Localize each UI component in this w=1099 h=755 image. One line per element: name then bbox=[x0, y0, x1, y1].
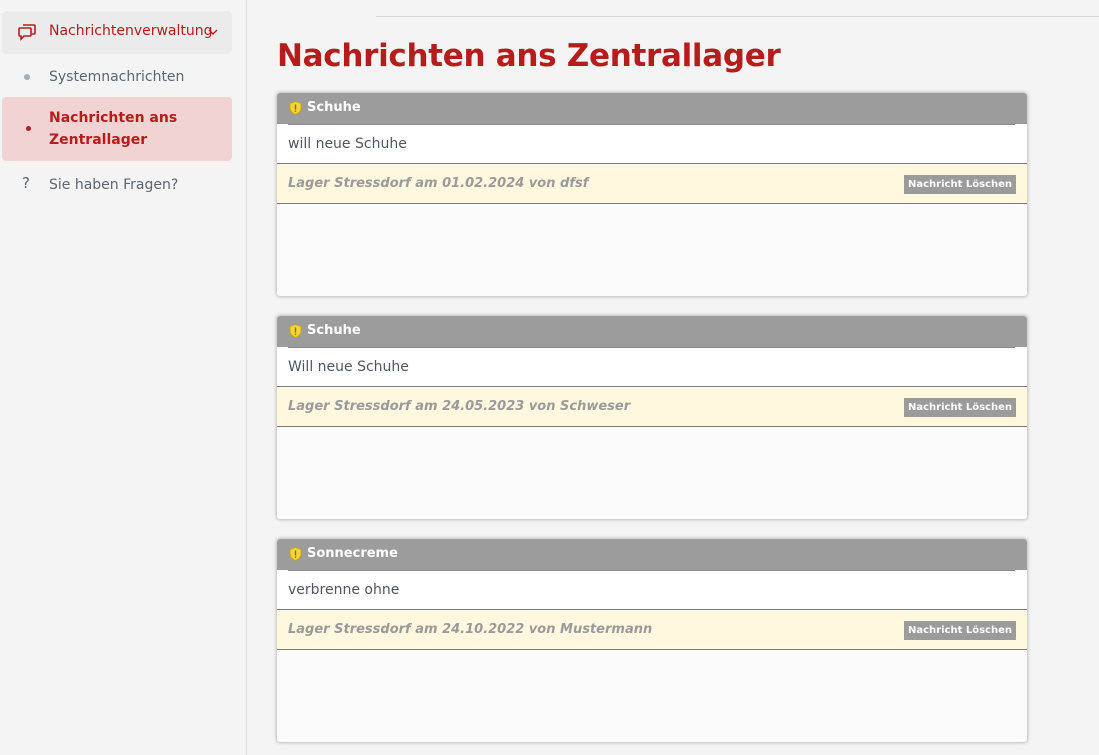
message-meta-text: Lager Stressdorf am 24.05.2023 von Schwe… bbox=[288, 399, 631, 414]
message-body: verbrenne ohne bbox=[277, 571, 1027, 610]
message-subject: Sonnecreme bbox=[307, 546, 398, 561]
message-meta: Lager Stressdorf am 24.10.2022 von Muste… bbox=[277, 611, 1027, 650]
message-meta: Lager Stressdorf am 24.05.2023 von Schwe… bbox=[277, 388, 1027, 427]
shield-icon bbox=[289, 547, 302, 561]
message-subject: Schuhe bbox=[307, 323, 361, 338]
sidebar-item-label: Systemnachrichten bbox=[49, 69, 185, 85]
delete-message-button[interactable]: Nachricht Löschen bbox=[904, 175, 1016, 194]
sidebar-item-help[interactable]: ? Sie haben Fragen? bbox=[2, 173, 232, 197]
message-body: Will neue Schuhe bbox=[277, 348, 1027, 387]
nav-group-nachrichtenverwaltung[interactable]: Nachrichtenverwaltung bbox=[2, 11, 232, 54]
message-text: verbrenne ohne bbox=[288, 582, 400, 598]
bullet-icon bbox=[24, 74, 30, 80]
message-card: Schuhe will neue Schuhe Lager Stressdorf… bbox=[277, 93, 1027, 296]
message-header: Sonnecreme bbox=[277, 539, 1027, 570]
chat-bubbles-icon bbox=[18, 24, 36, 41]
question-icon: ? bbox=[22, 174, 30, 192]
sidebar-item-label: Nachrichten ans Zentrallager bbox=[49, 110, 178, 148]
message-header: Schuhe bbox=[277, 316, 1027, 347]
message-card: Sonnecreme verbrenne ohne Lager Stressdo… bbox=[277, 539, 1027, 742]
message-text: Will neue Schuhe bbox=[288, 359, 409, 375]
message-header: Schuhe bbox=[277, 93, 1027, 124]
sidebar-item-nachrichten-ans-zentrallager[interactable]: Nachrichten ans Zentrallager bbox=[2, 97, 232, 161]
sidebar: Nachrichtenverwaltung Systemnachrichten … bbox=[0, 0, 247, 755]
chevron-down-icon bbox=[208, 29, 218, 35]
sidebar-item-systemnachrichten[interactable]: Systemnachrichten bbox=[2, 65, 232, 89]
bullet-icon bbox=[26, 126, 31, 131]
delete-message-button[interactable]: Nachricht Löschen bbox=[904, 621, 1016, 640]
message-text: will neue Schuhe bbox=[288, 136, 407, 152]
header-divider bbox=[376, 16, 1099, 17]
message-subject: Schuhe bbox=[307, 100, 361, 115]
page-title: Nachrichten ans Zentrallager bbox=[277, 38, 781, 74]
delete-message-button[interactable]: Nachricht Löschen bbox=[904, 398, 1016, 417]
shield-icon bbox=[289, 324, 302, 338]
message-card: Schuhe Will neue Schuhe Lager Stressdorf… bbox=[277, 316, 1027, 519]
nav-group-label: Nachrichtenverwaltung bbox=[49, 23, 213, 39]
shield-icon bbox=[289, 101, 302, 115]
message-meta-text: Lager Stressdorf am 24.10.2022 von Muste… bbox=[288, 622, 653, 637]
message-meta: Lager Stressdorf am 01.02.2024 von dfsf … bbox=[277, 165, 1027, 204]
message-meta-text: Lager Stressdorf am 01.02.2024 von dfsf bbox=[288, 176, 589, 191]
sidebar-item-label: Sie haben Fragen? bbox=[49, 177, 179, 193]
message-body: will neue Schuhe bbox=[277, 125, 1027, 164]
